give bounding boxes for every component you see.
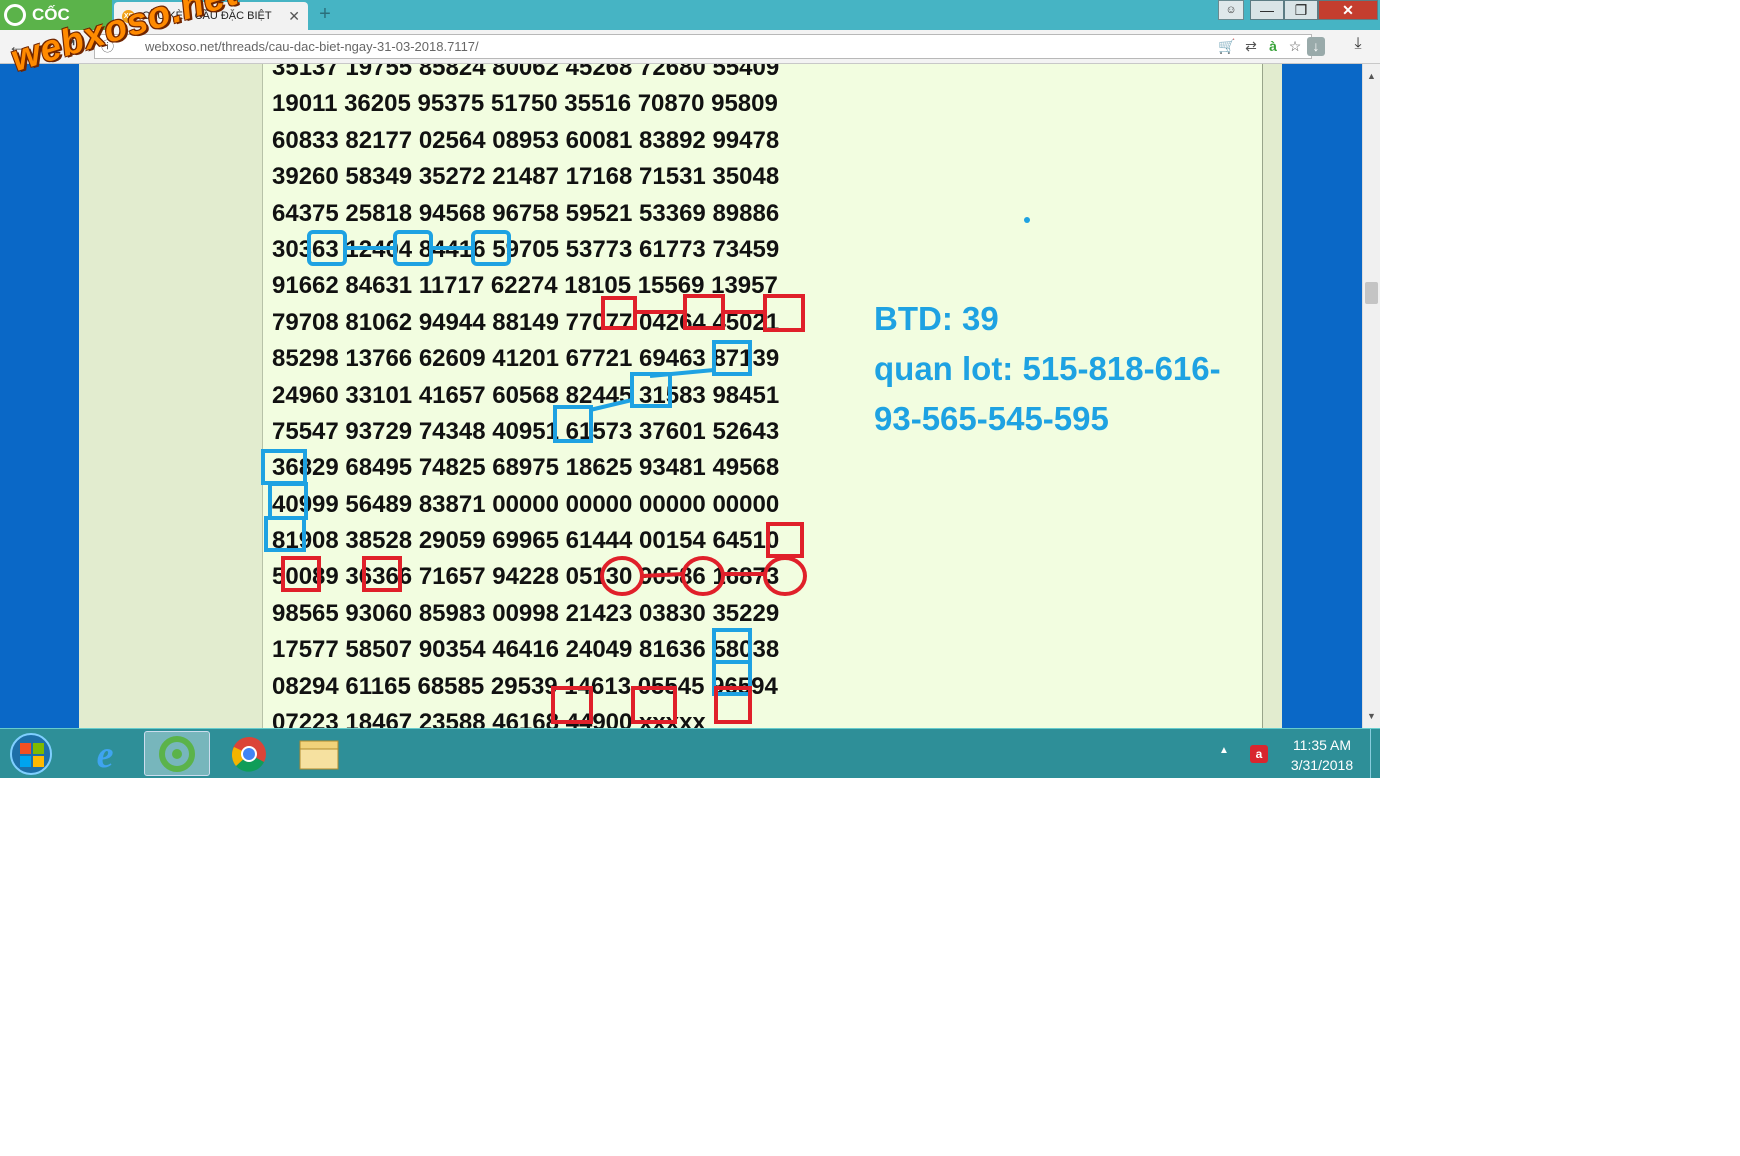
system-clock[interactable]: 11:35 AM 3/31/2018 bbox=[1282, 735, 1362, 775]
btd-line: BTD: 39 bbox=[874, 300, 999, 337]
restore-button[interactable]: ❐ bbox=[1284, 0, 1318, 20]
scroll-thumb[interactable] bbox=[1365, 282, 1378, 304]
windows-start-icon[interactable] bbox=[10, 733, 52, 775]
number-row: 75547 93729 74348 40951 61573 37601 5264… bbox=[272, 417, 780, 445]
shopping-cart-icon[interactable]: 🛒 bbox=[1217, 35, 1237, 58]
number-table: 35137 19755 85824 80062 45268 72680 5540… bbox=[272, 64, 779, 728]
internet-explorer-icon[interactable]: e bbox=[72, 731, 138, 776]
svg-text:e: e bbox=[97, 734, 114, 776]
number-row: 24960 33101 41657 60568 82445 31583 9845… bbox=[272, 381, 780, 409]
number-row: 30363 12404 84416 59705 53773 61773 7345… bbox=[272, 235, 780, 263]
address-bar[interactable]: ⓘ webxoso.net/threads/cau-dac-biet-ngay-… bbox=[94, 34, 1325, 59]
number-row: 91662 84631 11717 62274 18105 15569 1395… bbox=[272, 272, 778, 300]
new-tab-icon[interactable]: + bbox=[316, 2, 334, 26]
profile-icon[interactable]: ☺ bbox=[1218, 0, 1244, 20]
page-sidebar bbox=[79, 64, 262, 728]
scroll-down-icon[interactable]: ▼ bbox=[1363, 708, 1380, 724]
number-row: 36829 68495 74825 68975 18625 93481 4956… bbox=[272, 454, 780, 482]
number-row: 19011 36205 95375 51750 35516 70870 9580… bbox=[272, 90, 778, 118]
number-row: 08294 61165 68585 29539 14613 05545 9659… bbox=[272, 672, 778, 700]
file-explorer-icon[interactable] bbox=[286, 731, 352, 776]
show-desktop-button[interactable] bbox=[1370, 729, 1380, 778]
number-row: 35137 19755 85824 80062 45268 72680 5540… bbox=[272, 64, 780, 81]
post-border bbox=[1262, 64, 1282, 728]
number-row: 85298 13766 62609 41201 67721 69463 8713… bbox=[272, 345, 780, 373]
translate-icon[interactable]: ⇄ bbox=[1241, 35, 1261, 58]
number-row: 98565 93060 85983 00998 21423 03830 3522… bbox=[272, 599, 780, 627]
page-viewport: 35137 19755 85824 80062 45268 72680 5540… bbox=[0, 64, 1362, 728]
screen: CỐC CỐC XS CẦU KÈO CẦU ĐẶC BIỆT ✕ + ☺ — … bbox=[0, 0, 1380, 778]
clock-time: 11:35 AM bbox=[1292, 737, 1352, 753]
bookmark-star-icon[interactable]: ☆ bbox=[1285, 35, 1305, 58]
downloads-icon[interactable]: ⤓ bbox=[1347, 35, 1369, 57]
minimize-button[interactable]: — bbox=[1250, 0, 1284, 20]
address-url: webxoso.net/threads/cau-dac-biet-ngay-31… bbox=[145, 39, 479, 54]
number-row: 60833 82177 02564 08953 60081 83892 9947… bbox=[272, 126, 780, 154]
navigation-bar: ← → ↻ ⓘ webxoso.net/threads/cau-dac-biet… bbox=[0, 30, 1380, 64]
quan-lot-line-cont: 93-565-545-595 bbox=[874, 400, 1109, 437]
clock-date: 3/31/2018 bbox=[1290, 757, 1354, 773]
number-row: 79708 81062 94944 88149 77077 04264 4502… bbox=[272, 308, 780, 336]
tray-expand-icon[interactable]: ▲ bbox=[1219, 745, 1229, 756]
number-row: 50089 36366 71657 94228 05130 90586 1687… bbox=[272, 563, 780, 591]
taskbar: e ▲ a 11:35 AM 3/31/2018 bbox=[0, 728, 1380, 778]
quan-lot-line: quan lot: 515-818-616- bbox=[874, 350, 1221, 387]
number-row: 64375 25818 94568 96758 59521 53369 8988… bbox=[272, 199, 780, 227]
chrome-icon[interactable] bbox=[216, 731, 282, 776]
coccoc-logo-icon bbox=[4, 4, 26, 26]
number-row: 17577 58507 90354 46416 24049 81636 5803… bbox=[272, 636, 780, 664]
antivirus-tray-icon[interactable]: a bbox=[1250, 745, 1268, 763]
number-row: 39260 58349 35272 21487 17168 71531 3504… bbox=[272, 163, 780, 191]
coccoc-taskbar-icon[interactable] bbox=[144, 731, 210, 776]
number-row: 40999 56489 83871 00000 00000 00000 0000… bbox=[272, 490, 780, 518]
close-window-button[interactable]: ✕ bbox=[1318, 0, 1378, 20]
number-row: 07223 18467 23588 46168 44900 xxxxx bbox=[272, 709, 706, 728]
scroll-up-icon[interactable]: ▲ bbox=[1363, 68, 1380, 84]
number-row: 81908 38528 29059 69965 61444 00154 6451… bbox=[272, 527, 780, 555]
vertical-scrollbar[interactable]: ▲ ▼ bbox=[1362, 64, 1380, 728]
vietnamese-input-icon[interactable]: à bbox=[1263, 35, 1283, 58]
prediction-note: BTD: 39 quan lot: 515-818-616- 93-565-54… bbox=[874, 294, 1221, 444]
tab-close-icon[interactable]: ✕ bbox=[288, 2, 300, 30]
savior-download-icon[interactable]: ↓ bbox=[1307, 37, 1325, 56]
